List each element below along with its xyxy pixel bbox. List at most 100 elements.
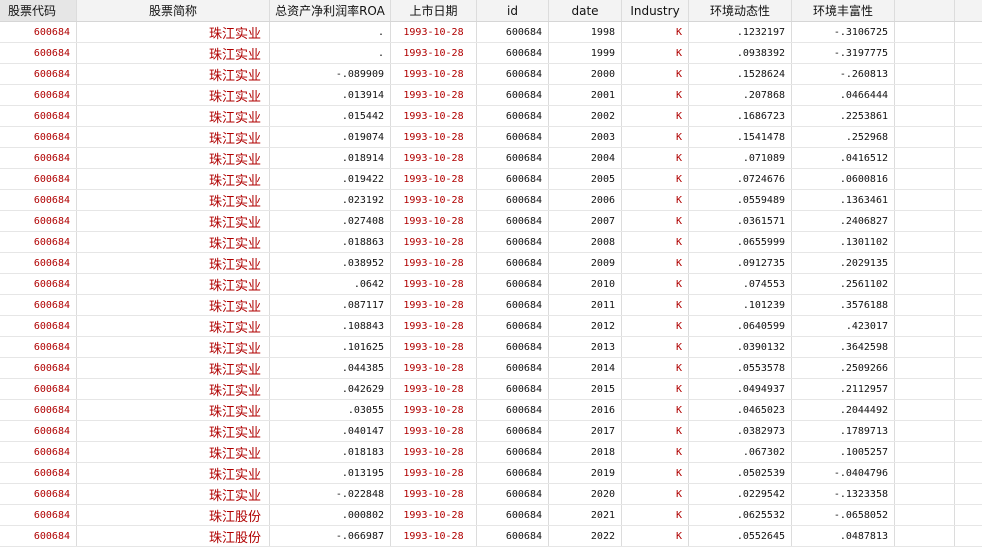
table-cell[interactable]: K [622, 190, 689, 210]
table-cell[interactable]: 600684 [477, 484, 549, 504]
table-cell[interactable]: 珠江实业 [77, 463, 270, 483]
table-cell[interactable]: .0229542 [689, 484, 792, 504]
table-cell[interactable]: .2112957 [792, 379, 895, 399]
table-cell[interactable]: K [622, 169, 689, 189]
table-cell[interactable]: 600684 [477, 106, 549, 126]
table-cell[interactable]: 1999 [549, 43, 622, 63]
table-cell[interactable]: -.3106725 [792, 22, 895, 42]
table-cell[interactable]: 珠江实业 [77, 232, 270, 252]
table-cell[interactable]: K [622, 463, 689, 483]
table-cell[interactable]: 600684 [477, 148, 549, 168]
table-cell[interactable]: 2004 [549, 148, 622, 168]
table-cell[interactable]: 600684 [477, 274, 549, 294]
table-cell[interactable]: K [622, 400, 689, 420]
table-cell[interactable]: .000802 [270, 505, 391, 525]
table-cell[interactable]: .019074 [270, 127, 391, 147]
table-row[interactable]: 600684 珠江实业 .040147 1993-10-28 600684 2017 K .0… [0, 421, 982, 442]
table-cell[interactable]: .0642 [270, 274, 391, 294]
table-cell[interactable]: K [622, 85, 689, 105]
table-cell[interactable]: K [622, 274, 689, 294]
table-cell[interactable]: .074553 [689, 274, 792, 294]
table-cell[interactable]: 1993-10-28 [391, 211, 477, 231]
table-cell[interactable]: 600684 [477, 85, 549, 105]
table-cell[interactable]: 珠江实业 [77, 127, 270, 147]
table-cell[interactable]: 600684 [477, 505, 549, 525]
table-cell[interactable]: -.089909 [270, 64, 391, 84]
table-cell[interactable]: .1363461 [792, 190, 895, 210]
table-cell[interactable]: 600684 [477, 169, 549, 189]
column-header[interactable]: 环境丰富性 [792, 0, 895, 21]
table-cell[interactable]: 1993-10-28 [391, 379, 477, 399]
table-cell[interactable]: .042629 [270, 379, 391, 399]
table-cell[interactable]: .1541478 [689, 127, 792, 147]
table-cell[interactable]: .0390132 [689, 337, 792, 357]
table-cell[interactable]: .018863 [270, 232, 391, 252]
table-cell[interactable]: 600684 [477, 421, 549, 441]
table-cell[interactable]: 600684 [0, 85, 77, 105]
table-cell[interactable]: 1993-10-28 [391, 337, 477, 357]
table-cell[interactable]: 2000 [549, 64, 622, 84]
table-cell[interactable]: K [622, 505, 689, 525]
table-row[interactable]: 600684 珠江实业 .019074 1993-10-28 600684 2003 K .1… [0, 127, 982, 148]
table-cell[interactable]: 600684 [0, 505, 77, 525]
table-cell[interactable]: 600684 [0, 337, 77, 357]
table-cell[interactable]: 2016 [549, 400, 622, 420]
table-cell[interactable]: K [622, 316, 689, 336]
table-cell[interactable]: 2008 [549, 232, 622, 252]
table-cell[interactable]: 1993-10-28 [391, 316, 477, 336]
table-cell[interactable]: 600684 [477, 232, 549, 252]
table-cell[interactable]: 2017 [549, 421, 622, 441]
table-cell[interactable]: 600684 [477, 22, 549, 42]
table-cell[interactable]: 600684 [0, 64, 77, 84]
table-row[interactable]: 600684 珠江实业. 1993-10-28 600684 1998 K .1232197… [0, 22, 982, 43]
table-cell[interactable]: 600684 [0, 190, 77, 210]
table-cell[interactable]: 珠江实业 [77, 169, 270, 189]
table-row[interactable]: 600684 珠江实业 .018863 1993-10-28 600684 2008 K .0… [0, 232, 982, 253]
table-row[interactable]: 600684 珠江实业 .03055 1993-10-28 600684 2016 K .04… [0, 400, 982, 421]
table-cell[interactable]: 珠江实业 [77, 211, 270, 231]
table-row[interactable]: 600684 珠江实业 .108843 1993-10-28 600684 2012 K .0… [0, 316, 982, 337]
table-cell[interactable]: 2005 [549, 169, 622, 189]
table-cell[interactable]: 1993-10-28 [391, 148, 477, 168]
column-header[interactable]: 股票简称 [77, 0, 270, 21]
table-cell[interactable]: .0640599 [689, 316, 792, 336]
table-cell[interactable]: .0466444 [792, 85, 895, 105]
table-row[interactable]: 600684 珠江实业 -.022848 1993-10-28 600684 2020 K.… [0, 484, 982, 505]
table-cell[interactable]: 600684 [0, 463, 77, 483]
table-cell[interactable]: 600684 [0, 484, 77, 504]
table-cell[interactable]: K [622, 337, 689, 357]
table-row[interactable]: 600684 珠江实业 .042629 1993-10-28 600684 2015 K .0… [0, 379, 982, 400]
table-cell[interactable]: 珠江实业 [77, 400, 270, 420]
table-cell[interactable]: .0553578 [689, 358, 792, 378]
table-cell[interactable]: 600684 [0, 253, 77, 273]
table-cell[interactable]: 2014 [549, 358, 622, 378]
table-cell[interactable]: .0938392 [689, 43, 792, 63]
table-row[interactable]: 600684 珠江实业 .018183 1993-10-28 600684 2018 K .0… [0, 442, 982, 463]
table-cell[interactable]: -.0658052 [792, 505, 895, 525]
table-cell[interactable]: 2012 [549, 316, 622, 336]
table-cell[interactable]: 600684 [477, 442, 549, 462]
table-cell[interactable]: 600684 [0, 295, 77, 315]
table-cell[interactable]: 2013 [549, 337, 622, 357]
table-cell[interactable]: .0655999 [689, 232, 792, 252]
table-row[interactable]: 600684 珠江实业 .023192 1993-10-28 600684 2006 K .0… [0, 190, 982, 211]
table-cell[interactable]: .2509266 [792, 358, 895, 378]
table-cell[interactable]: 2018 [549, 442, 622, 462]
table-cell[interactable]: 600684 [0, 316, 77, 336]
table-cell[interactable]: 600684 [477, 127, 549, 147]
table-cell[interactable]: 600684 [477, 358, 549, 378]
table-cell[interactable]: 600684 [0, 232, 77, 252]
table-cell[interactable]: 2020 [549, 484, 622, 504]
table-cell[interactable]: .3576188 [792, 295, 895, 315]
table-cell[interactable]: 1993-10-28 [391, 127, 477, 147]
table-cell[interactable]: 1993-10-28 [391, 43, 477, 63]
table-cell[interactable]: .423017 [792, 316, 895, 336]
table-cell[interactable]: 1993-10-28 [391, 442, 477, 462]
table-cell[interactable]: 600684 [477, 400, 549, 420]
table-cell[interactable]: 600684 [0, 169, 77, 189]
table-cell[interactable]: .0912735 [689, 253, 792, 273]
table-cell[interactable]: .101625 [270, 337, 391, 357]
table-cell[interactable]: K [622, 22, 689, 42]
table-cell[interactable]: K [622, 526, 689, 546]
column-header[interactable]: 环境动态性 [689, 0, 792, 21]
